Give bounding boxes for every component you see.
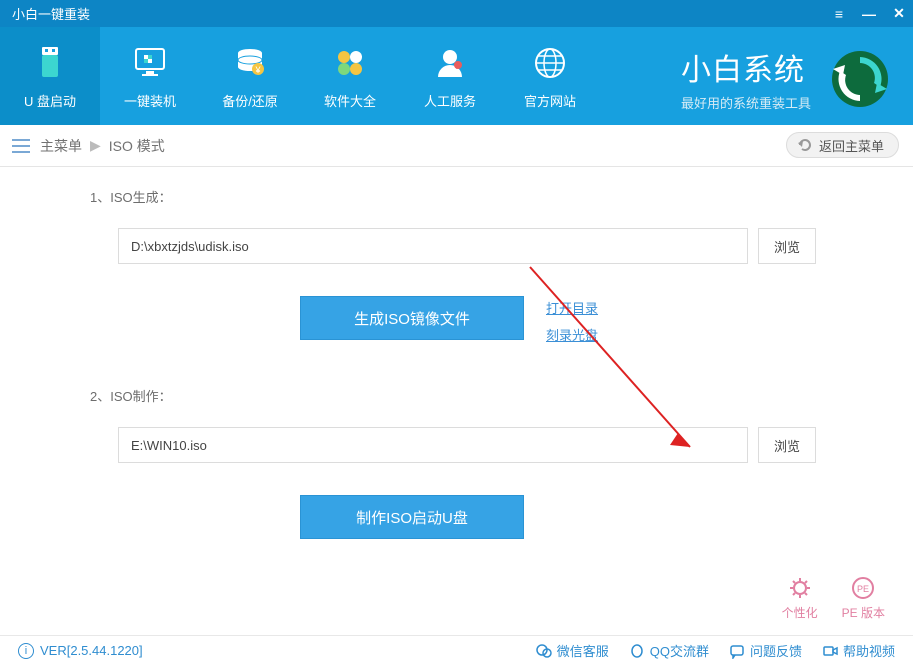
window-controls: ≡ — ✕	[831, 0, 907, 27]
make-iso-usb-button[interactable]: 制作ISO启动U盘	[300, 495, 524, 539]
main-content: 1、ISO生成： 浏览 生成ISO镜像文件 打开目录 刻录光盘 2、ISO制作：…	[0, 167, 913, 539]
qq-group-link[interactable]: QQ交流群	[629, 641, 709, 660]
status-bar: i VER[2.5.44.1220] 微信客服 QQ交流群 问题反馈 帮助视频	[0, 635, 913, 665]
close-button[interactable]: ✕	[891, 6, 907, 22]
pe-version-label: PE 版本	[842, 604, 885, 621]
usb-icon	[30, 43, 70, 83]
brand-area: 小白系统 最好用的系统重装工具	[681, 45, 895, 112]
back-button-label: 返回主菜单	[819, 136, 884, 155]
feedback-link[interactable]: 问题反馈	[729, 641, 802, 660]
help-video-link[interactable]: 帮助视频	[822, 641, 895, 660]
personalize-label: 个性化	[782, 604, 818, 621]
browse-button-2[interactable]: 浏览	[758, 427, 816, 463]
top-nav: U 盘启动 一键装机 ¥ 备份/还原 软件大全 人工服务 官方网站 小白系统 最…	[0, 27, 913, 125]
hamburger-icon[interactable]	[12, 139, 30, 153]
back-to-main-button[interactable]: 返回主菜单	[786, 132, 899, 158]
brand-logo-icon	[825, 49, 895, 109]
wechat-label: 微信客服	[557, 641, 609, 660]
database-icon: ¥	[230, 43, 270, 83]
app-title: 小白一键重装	[12, 4, 90, 23]
info-icon: i	[18, 643, 34, 659]
minimize-button[interactable]: —	[861, 6, 877, 22]
pe-version-button[interactable]: PE PE 版本	[842, 576, 885, 621]
nav-label: 备份/还原	[222, 91, 278, 110]
nav-software[interactable]: 软件大全	[300, 27, 400, 125]
nav-label: 人工服务	[424, 91, 476, 110]
nav-usb-boot[interactable]: U 盘启动	[0, 27, 100, 125]
monitor-icon	[130, 43, 170, 83]
nav-label: 软件大全	[324, 91, 376, 110]
nav-label: U 盘启动	[24, 91, 76, 110]
section1-input-row: 浏览	[118, 228, 823, 264]
nav-label: 一键装机	[124, 91, 176, 110]
iso-generate-section: 1、ISO生成： 浏览 生成ISO镜像文件 打开目录 刻录光盘	[90, 187, 823, 344]
qq-label: QQ交流群	[650, 641, 709, 660]
wechat-support-link[interactable]: 微信客服	[536, 641, 609, 660]
help-label: 帮助视频	[843, 641, 895, 660]
generate-iso-button[interactable]: 生成ISO镜像文件	[300, 296, 524, 340]
section2-action-row: 制作ISO启动U盘	[300, 495, 823, 539]
status-left: i VER[2.5.44.1220]	[18, 643, 143, 659]
brand-title: 小白系统	[681, 45, 811, 89]
personalize-button[interactable]: 个性化	[782, 576, 818, 621]
titlebar: 小白一键重装 ≡ — ✕	[0, 0, 913, 27]
brand-subtitle: 最好用的系统重装工具	[681, 93, 811, 112]
chevron-right-icon: ▶	[90, 137, 101, 154]
breadcrumb-bar: 主菜单 ▶ ISO 模式 返回主菜单	[0, 125, 913, 167]
section2-input-row: 浏览	[118, 427, 823, 463]
version-label: VER[2.5.44.1220]	[40, 643, 143, 658]
menu-icon[interactable]: ≡	[831, 6, 847, 22]
bottom-icon-row: 个性化 PE PE 版本	[782, 576, 885, 621]
globe-icon	[530, 43, 570, 83]
svg-text:¥: ¥	[254, 65, 261, 75]
iso-make-section: 2、ISO制作： 浏览 制作ISO启动U盘	[90, 386, 823, 539]
section2-label: 2、ISO制作：	[90, 386, 823, 405]
brand-text: 小白系统 最好用的系统重装工具	[681, 45, 811, 112]
nav-backup-restore[interactable]: ¥ 备份/还原	[200, 27, 300, 125]
breadcrumb-root[interactable]: 主菜单	[40, 136, 82, 156]
status-right: 微信客服 QQ交流群 问题反馈 帮助视频	[536, 641, 895, 660]
svg-text:PE: PE	[857, 584, 869, 594]
nav-label: 官方网站	[524, 91, 576, 110]
section1-label: 1、ISO生成：	[90, 187, 823, 206]
support-icon	[430, 43, 470, 83]
browse-button-1[interactable]: 浏览	[758, 228, 816, 264]
nav-support[interactable]: 人工服务	[400, 27, 500, 125]
breadcrumb-current: ISO 模式	[109, 136, 165, 156]
annotation-arrow	[520, 257, 710, 467]
feedback-label: 问题反馈	[750, 641, 802, 660]
nav-one-key-install[interactable]: 一键装机	[100, 27, 200, 125]
apps-icon	[330, 43, 370, 83]
nav-website[interactable]: 官方网站	[500, 27, 600, 125]
undo-icon	[795, 136, 813, 154]
